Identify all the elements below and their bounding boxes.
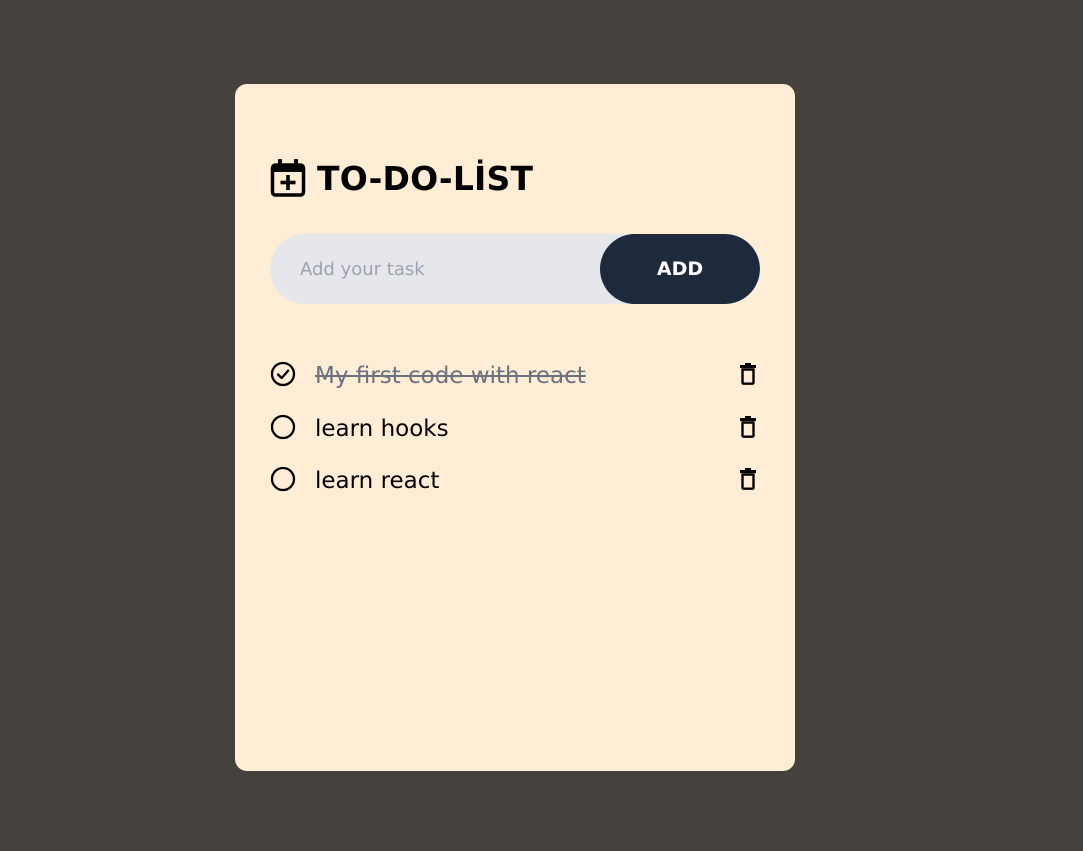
task-text[interactable]: My first code with react [315,363,586,389]
task-input[interactable] [270,234,600,304]
trash-icon[interactable] [738,467,758,491]
trash-icon[interactable] [738,415,758,439]
empty-circle-icon[interactable] [270,414,296,440]
checked-circle-icon[interactable] [270,361,296,387]
task-list: My first code with react learn hooks lea… [270,356,760,514]
trash-icon[interactable] [738,362,758,386]
list-item: learn hooks [270,409,760,462]
empty-circle-icon[interactable] [270,466,296,492]
list-item: learn react [270,461,760,514]
list-item: My first code with react [270,356,760,409]
add-button[interactable]: ADD [600,234,760,304]
calendar-plus-icon [270,158,308,198]
header: TO-DO-LİST [270,156,533,200]
todo-card: TO-DO-LİST ADD My first code with react [235,84,795,771]
page-title: TO-DO-LİST [317,158,534,198]
task-text[interactable]: learn hooks [315,416,449,442]
task-text[interactable]: learn react [315,468,439,494]
task-input-row: ADD [270,234,760,304]
